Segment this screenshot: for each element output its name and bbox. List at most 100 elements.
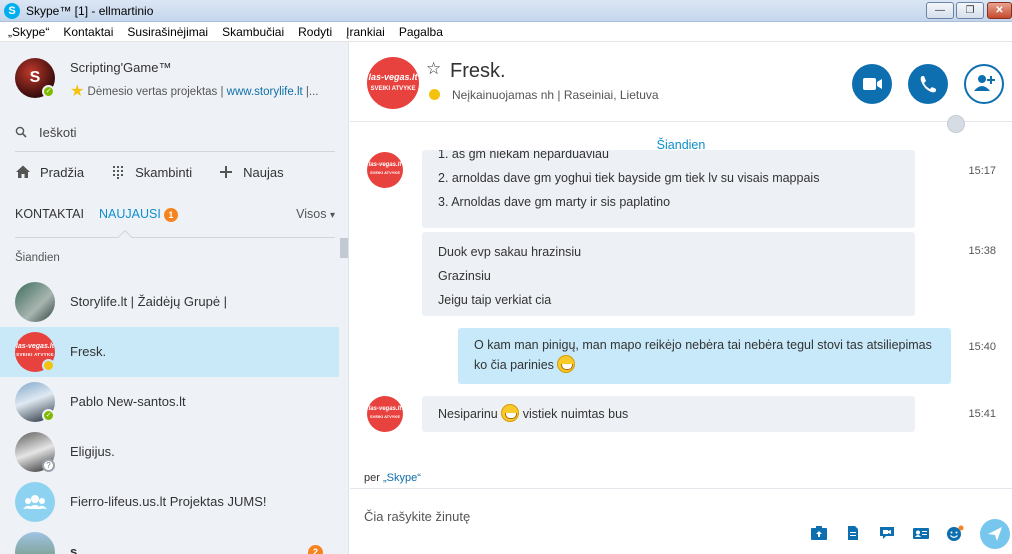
conversation-name: s bbox=[70, 544, 78, 554]
avatar-logo-sub: SVEIKI ATVYKE bbox=[369, 170, 400, 175]
message-line: Duok evp sakau hrazinsiu bbox=[438, 245, 582, 259]
contact-name[interactable]: Fresk. bbox=[450, 60, 506, 83]
call-label: Skambinti bbox=[135, 164, 193, 180]
phone-icon bbox=[920, 76, 936, 93]
avatar-logo-sub: SVEIKI ATVYKE bbox=[370, 86, 416, 92]
unread-count-badge: 2 bbox=[308, 545, 323, 554]
mood-text: Dėmesio vertas projektas | bbox=[87, 86, 227, 98]
chevron-down-icon: ▾ bbox=[329, 210, 335, 221]
away-clock-icon bbox=[429, 89, 440, 100]
message-line: 3. Arnoldas dave gm marty ir sis paplati… bbox=[438, 195, 671, 209]
message-line: 2. arnoldas dave gm yoghui tiek bayside … bbox=[438, 171, 820, 185]
search-placeholder: Ieškoti bbox=[39, 125, 77, 140]
online-status-icon: ✓ bbox=[42, 409, 55, 422]
maximize-button[interactable]: ❐ bbox=[956, 2, 984, 19]
video-camera-icon bbox=[863, 78, 882, 90]
menu-conversations[interactable]: Susirašinėjimai bbox=[127, 22, 208, 41]
avatar-logo-top: las-vegas.lt bbox=[368, 162, 402, 168]
profile-name[interactable]: Scripting'Game™ bbox=[70, 60, 171, 75]
audio-call-button[interactable] bbox=[908, 64, 948, 104]
message-composer[interactable]: Čia rašykite žinutę bbox=[350, 488, 1012, 554]
contact-tabs: KONTAKTAI NAUJAUSI 1 Visos ▾ bbox=[15, 205, 335, 227]
dialpad-icon bbox=[113, 166, 124, 179]
menu-view[interactable]: Rodyti bbox=[298, 22, 332, 41]
conversation-item-selected[interactable]: las-vegas.lt SVEIKI ATVYKE Fresk. bbox=[0, 327, 339, 377]
video-call-button[interactable] bbox=[852, 64, 892, 104]
message-input[interactable]: Čia rašykite žinutę bbox=[364, 509, 470, 524]
via-prefix: per bbox=[364, 472, 383, 484]
tab-contacts[interactable]: KONTAKTAI bbox=[15, 207, 84, 221]
message-bubble[interactable]: Duok evp sakau hrazinsiu Grazinsiu Jeigu… bbox=[422, 232, 915, 316]
new-label: Naujas bbox=[243, 164, 284, 180]
menu-bar: „Skype“ Kontaktai Susirašinėjimai Skambu… bbox=[0, 22, 1012, 42]
profile-mood[interactable]: ★ Dėmesio vertas projektas | www.storyli… bbox=[70, 80, 335, 100]
filter-all-dropdown[interactable]: Visos ▾ bbox=[296, 207, 335, 221]
video-message-icon[interactable] bbox=[878, 525, 896, 541]
document-icon[interactable] bbox=[844, 525, 862, 541]
contact-status: Neįkainuojamas nh | Raseiniai, Lietuva bbox=[452, 88, 659, 102]
title-bar: S Skype™ [1] - ellmartinio — ❐ ✕ bbox=[0, 0, 1012, 22]
home-label: Pradžia bbox=[40, 164, 85, 180]
tabs-divider bbox=[15, 237, 335, 238]
menu-tools[interactable]: Įrankiai bbox=[346, 22, 385, 41]
add-people-button[interactable] bbox=[964, 64, 1004, 104]
avatar-logo-top: las-vegas.lt bbox=[368, 72, 418, 82]
search-box[interactable]: Ieškoti bbox=[15, 122, 335, 152]
message-line: 1. as gm niekam neparduaviau bbox=[438, 150, 609, 161]
conversation-item[interactable]: s 2 bbox=[0, 527, 339, 554]
tab-recent[interactable]: NAUJAUSI 1 bbox=[99, 207, 178, 222]
conversation-pane: las-vegas.lt SVEIKI ATVYKE ☆ Fresk. Neįka… bbox=[350, 42, 1012, 554]
group-icon bbox=[23, 495, 47, 509]
send-file-icon[interactable] bbox=[810, 525, 828, 541]
menu-calls[interactable]: Skambučiai bbox=[222, 22, 284, 41]
send-button[interactable] bbox=[980, 519, 1010, 549]
avatar-logo-top: las-vegas.lt bbox=[368, 406, 402, 412]
message-bubble[interactable]: Nesiparinu vistiek nuimtas bus bbox=[422, 396, 915, 432]
grin-emoji-icon bbox=[557, 355, 576, 373]
online-status-icon: ✓ bbox=[42, 85, 55, 98]
contact-avatar bbox=[15, 532, 55, 554]
message-line: Jeigu taip verkiat cia bbox=[438, 293, 552, 307]
contact-avatar-large[interactable]: las-vegas.lt SVEIKI ATVYKE bbox=[367, 57, 419, 109]
conversation-header: las-vegas.lt SVEIKI ATVYKE ☆ Fresk. Neįka… bbox=[350, 42, 1012, 133]
mood-link[interactable]: www.storylife.lt bbox=[227, 86, 303, 98]
skype-logo-icon: S bbox=[4, 3, 20, 19]
home-button[interactable]: Pradžia bbox=[15, 164, 84, 180]
menu-contacts[interactable]: Kontaktai bbox=[63, 22, 113, 41]
message-avatar: las-vegas.lt SVEIKI ATVYKE bbox=[367, 152, 403, 188]
nav-row: Pradžia Skambinti Naujas bbox=[15, 162, 310, 182]
recent-count-badge: 1 bbox=[163, 208, 178, 222]
message-time: 15:41 bbox=[968, 408, 996, 420]
menu-skype[interactable]: „Skype“ bbox=[8, 22, 49, 41]
emoticon-icon[interactable] bbox=[946, 525, 964, 541]
message-bubble[interactable]: 1. as gm niekam neparduaviau 2. arnoldas… bbox=[422, 150, 915, 228]
avatar-logo-sub: SVEIKI ATVYKE bbox=[369, 414, 400, 419]
away-clock-icon bbox=[42, 359, 55, 372]
message-time: 15:17 bbox=[968, 165, 996, 177]
via-skype-link[interactable]: „Skype“ bbox=[383, 472, 421, 484]
conversation-item[interactable]: ? Eligijus. bbox=[0, 427, 339, 477]
avatar-logo-top: las-vegas.lt bbox=[15, 343, 55, 350]
tab-recent-label: NAUJAUSI bbox=[99, 207, 161, 221]
plus-icon bbox=[220, 166, 233, 178]
conversation-name: Fierro-lifeus.us.lt Projektas JUMS! bbox=[70, 494, 267, 509]
sidebar-scrollbar[interactable] bbox=[340, 238, 348, 258]
message-text: Nesiparinu bbox=[438, 407, 502, 421]
conversation-item[interactable]: Fierro-lifeus.us.lt Projektas JUMS! bbox=[0, 477, 339, 527]
call-button[interactable]: Skambinti bbox=[110, 164, 192, 180]
conversation-item[interactable]: Storylife.lt | Žaidėjų Grupė | bbox=[0, 277, 339, 327]
star-icon: ★ bbox=[70, 83, 85, 100]
minimize-button[interactable]: — bbox=[926, 2, 954, 19]
menu-help[interactable]: Pagalba bbox=[399, 22, 443, 41]
close-button[interactable]: ✕ bbox=[987, 2, 1012, 19]
sidebar: S ✓ Scripting'Game™ ★ Dėmesio vertas pro… bbox=[0, 42, 349, 554]
globe-icon bbox=[947, 115, 965, 133]
contact-card-icon[interactable] bbox=[912, 525, 930, 541]
my-message-bubble[interactable]: O kam man pinigų, man mapo reikėjo nebėr… bbox=[458, 328, 951, 384]
message-text: vistiek nuimtas bus bbox=[519, 407, 629, 421]
add-person-icon bbox=[974, 75, 995, 91]
favorite-star-icon[interactable]: ☆ bbox=[426, 59, 441, 79]
new-button[interactable]: Naujas bbox=[218, 164, 284, 180]
conversation-item[interactable]: ✓ Pablo New-santos.lt bbox=[0, 377, 339, 427]
group-avatar bbox=[15, 282, 55, 322]
